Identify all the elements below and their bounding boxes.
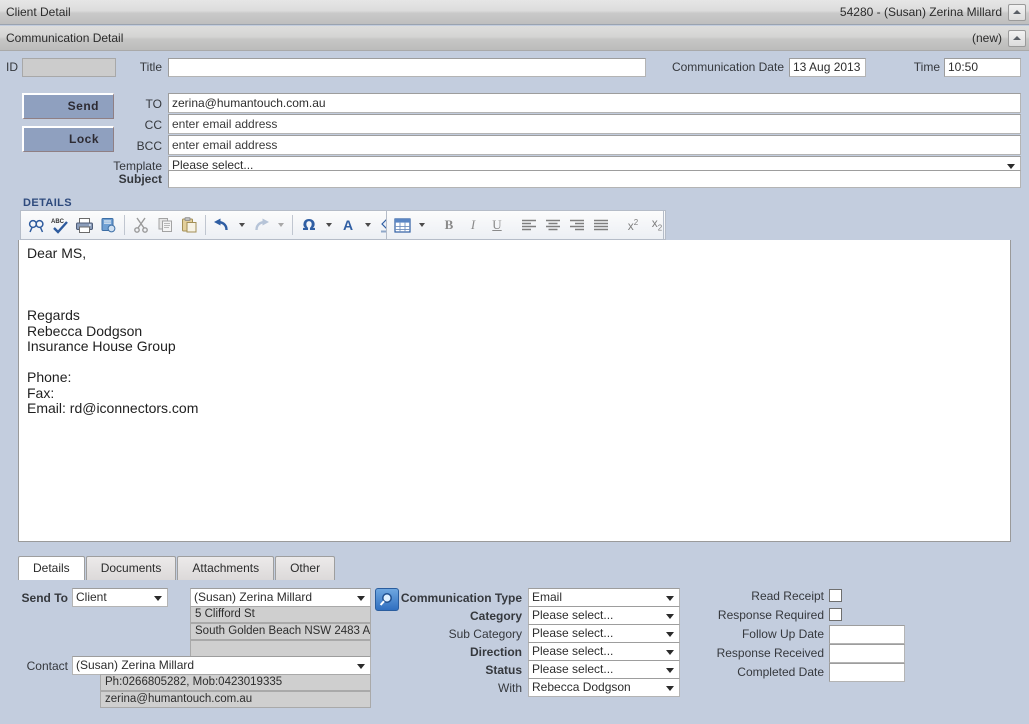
subscript-icon[interactable]: x2: [646, 214, 668, 236]
message-body-editor[interactable]: Dear MS, Regards Rebecca Dodgson Insuran…: [18, 240, 1011, 542]
tab-details[interactable]: Details: [18, 556, 85, 580]
status-select[interactable]: Please select...: [528, 660, 680, 679]
details-section-label: DETAILS: [23, 197, 73, 209]
read-receipt-checkbox[interactable]: [829, 589, 842, 602]
response-required-label: Response Required: [717, 608, 824, 622]
response-received-label: Response Received: [716, 646, 824, 660]
client-detail-title: Client Detail: [6, 5, 71, 19]
with-label: With: [498, 681, 522, 695]
bold-icon[interactable]: B: [438, 214, 460, 236]
insert-table-icon[interactable]: [391, 214, 413, 236]
follow-up-date-label: Follow Up Date: [741, 627, 824, 641]
communication-state: (new): [971, 31, 1002, 45]
tab-attachments[interactable]: Attachments: [177, 556, 275, 580]
font-color-dropdown-caret-icon[interactable]: [361, 214, 374, 236]
sub-category-select[interactable]: Please select...: [528, 624, 680, 643]
align-justify-icon[interactable]: [590, 214, 612, 236]
to-input[interactable]: zerina@humantouch.com.au: [168, 93, 1021, 113]
superscript-icon[interactable]: x2: [622, 214, 644, 236]
send-to-label: Send To: [21, 591, 68, 605]
communication-date-input[interactable]: 13 Aug 2013: [789, 58, 866, 77]
spellcheck-icon[interactable]: ABC: [49, 214, 71, 236]
send-to-address-line2: South Golden Beach NSW 2483 AUSTR: [190, 623, 371, 640]
copy-icon[interactable]: [154, 214, 176, 236]
communication-date-label: Communication Date: [671, 60, 784, 74]
align-center-icon[interactable]: [542, 214, 564, 236]
client-detail-titlebar: Client Detail 54280 - (Susan) Zerina Mil…: [0, 0, 1029, 25]
contact-label: Contact: [26, 659, 68, 673]
contact-phone-line: Ph:0266805282, Mob:0423019335: [100, 674, 371, 691]
send-to-address-line1: 5 Clifford St: [190, 606, 371, 623]
title-label: Title: [139, 60, 162, 74]
italic-icon[interactable]: I: [462, 214, 484, 236]
align-right-icon[interactable]: [566, 214, 588, 236]
subject-input[interactable]: [168, 170, 1021, 188]
find-icon[interactable]: [25, 214, 47, 236]
direction-select[interactable]: Please select...: [528, 642, 680, 661]
contact-email-line: zerina@humantouch.com.au: [100, 691, 371, 708]
title-input[interactable]: [168, 58, 646, 77]
response-required-checkbox[interactable]: [829, 608, 842, 621]
bcc-label: BCC: [136, 139, 162, 153]
symbol-icon[interactable]: Ω: [298, 214, 320, 236]
undo-icon[interactable]: [211, 214, 233, 236]
underline-icon[interactable]: U: [486, 214, 508, 236]
bottom-tabs: Details Documents Attachments Other: [18, 556, 336, 580]
completed-date-input[interactable]: [829, 663, 905, 682]
redo-dropdown-caret-icon[interactable]: [274, 214, 287, 236]
subject-label: Subject: [118, 172, 162, 186]
status-label: Status: [485, 663, 522, 677]
tab-documents[interactable]: Documents: [85, 556, 177, 580]
to-label: TO: [145, 97, 162, 111]
time-label: Time: [913, 60, 940, 74]
undo-dropdown-caret-icon[interactable]: [235, 214, 248, 236]
read-receipt-label: Read Receipt: [751, 589, 824, 603]
tab-other[interactable]: Other: [275, 556, 336, 580]
direction-label: Direction: [469, 645, 522, 659]
symbol-dropdown-caret-icon[interactable]: [322, 214, 335, 236]
category-label: Category: [469, 609, 522, 623]
communication-detail-title: Communication Detail: [6, 31, 124, 45]
id-label: ID: [6, 60, 18, 74]
editor-format-toolbar: B I U x2 x2: [386, 210, 664, 240]
send-to-type-select[interactable]: Client: [72, 588, 168, 607]
sub-category-label: Sub Category: [448, 627, 522, 641]
with-select[interactable]: Rebecca Dodgson: [528, 678, 680, 697]
rich-text-editor: ABC Ω A B I U x2 x2 Dear MS, Regards Reb…: [18, 210, 1011, 542]
template-label: Template: [113, 159, 162, 173]
align-left-icon[interactable]: [518, 214, 540, 236]
response-received-input[interactable]: [829, 644, 905, 663]
font-color-icon[interactable]: A: [337, 214, 359, 236]
communication-type-label: Communication Type: [400, 591, 522, 605]
redo-icon[interactable]: [250, 214, 272, 236]
search-icon[interactable]: [375, 588, 399, 611]
paste-icon[interactable]: [178, 214, 200, 236]
client-reference: 54280 - (Susan) Zerina Millard: [839, 5, 1002, 19]
follow-up-date-input[interactable]: [829, 625, 905, 644]
contact-select[interactable]: (Susan) Zerina Millard: [72, 656, 371, 675]
cc-input[interactable]: enter email address: [168, 114, 1021, 134]
send-to-name-select[interactable]: (Susan) Zerina Millard: [190, 588, 371, 607]
communication-detail-window: Client Detail 54280 - (Susan) Zerina Mil…: [0, 0, 1029, 724]
time-input[interactable]: 10:50: [944, 58, 1021, 77]
communication-detail-titlebar: Communication Detail (new): [0, 26, 1029, 51]
communication-type-select[interactable]: Email: [528, 588, 680, 607]
cc-label: CC: [144, 118, 162, 132]
chevron-up-icon-client[interactable]: [1008, 3, 1026, 21]
svg-text:ABC: ABC: [51, 219, 65, 225]
bcc-input[interactable]: enter email address: [168, 135, 1021, 155]
category-select[interactable]: Please select...: [528, 606, 680, 625]
print-preview-icon[interactable]: [97, 214, 119, 236]
print-icon[interactable]: [73, 214, 95, 236]
completed-date-label: Completed Date: [737, 665, 824, 679]
table-dropdown-caret-icon[interactable]: [415, 214, 428, 236]
send-to-address-line3: [190, 640, 371, 657]
chevron-up-icon-communication[interactable]: [1008, 29, 1026, 47]
cut-icon[interactable]: [130, 214, 152, 236]
